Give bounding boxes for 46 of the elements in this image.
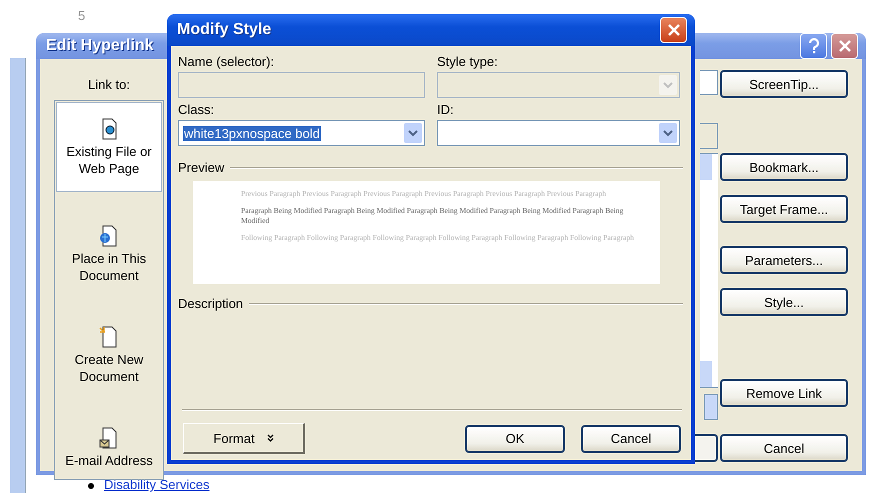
file-list[interactable] — [700, 153, 718, 388]
link-target-item[interactable]: Place in This Document — [56, 216, 162, 293]
window-title: Modify Style — [177, 21, 272, 39]
scrollbar-thumb[interactable] — [700, 154, 712, 180]
chevron-down-icon — [663, 130, 673, 136]
dialog-button[interactable]: Target Frame... — [720, 195, 848, 223]
line-number: 5 — [78, 8, 86, 23]
close-icon — [666, 23, 680, 37]
document-globe-icon — [99, 225, 119, 247]
dialog-button[interactable]: ScreenTip... — [720, 70, 848, 98]
field-label: ID: — [437, 102, 455, 117]
dialog-button[interactable]: Parameters... — [720, 246, 848, 274]
window-title: Edit Hyperlink — [46, 37, 155, 55]
dialog-button[interactable]: Cancel — [720, 434, 848, 462]
field-label: Class: — [178, 102, 216, 117]
dropdown-button[interactable] — [704, 394, 718, 420]
group-label: Description — [178, 296, 244, 311]
dialog-button[interactable]: OK — [465, 424, 565, 452]
link-target-item[interactable]: E-mail Address — [56, 418, 162, 478]
dialog-button[interactable]: Cancel — [581, 424, 681, 452]
group-label: Preview — [178, 160, 224, 175]
double-chevron-down-icon — [266, 434, 274, 442]
close-icon — [838, 39, 852, 53]
field-label: Style type: — [437, 54, 499, 69]
dialog-button[interactable]: Remove Link — [720, 379, 848, 407]
link-target-item[interactable]: Create New Document — [56, 317, 162, 394]
dialog-button[interactable]: Style... — [720, 288, 848, 316]
new-document-icon — [99, 326, 119, 348]
page-link[interactable]: Disability Services — [104, 478, 210, 492]
bullet-dot — [88, 483, 94, 489]
dropdown-field[interactable]: white13pxnospace bold — [178, 120, 425, 146]
dialog-button[interactable]: Bookmark... — [720, 153, 848, 181]
chevron-down-icon — [408, 130, 418, 136]
close-button[interactable] — [660, 17, 687, 43]
link-target-item[interactable]: Existing File or Web Page — [56, 102, 162, 192]
link-to-label: Link to: — [88, 77, 130, 92]
help-button[interactable] — [800, 33, 827, 59]
format-button[interactable]: Format — [183, 423, 305, 454]
dropdown-field[interactable] — [437, 120, 680, 146]
address-field[interactable] — [700, 70, 718, 95]
help-icon — [808, 38, 820, 54]
chevron-down-icon — [663, 82, 673, 88]
close-button[interactable] — [831, 33, 858, 59]
browse-button[interactable] — [700, 123, 718, 149]
mail-document-icon — [99, 427, 119, 449]
field-label: Name (selector): — [178, 54, 276, 69]
